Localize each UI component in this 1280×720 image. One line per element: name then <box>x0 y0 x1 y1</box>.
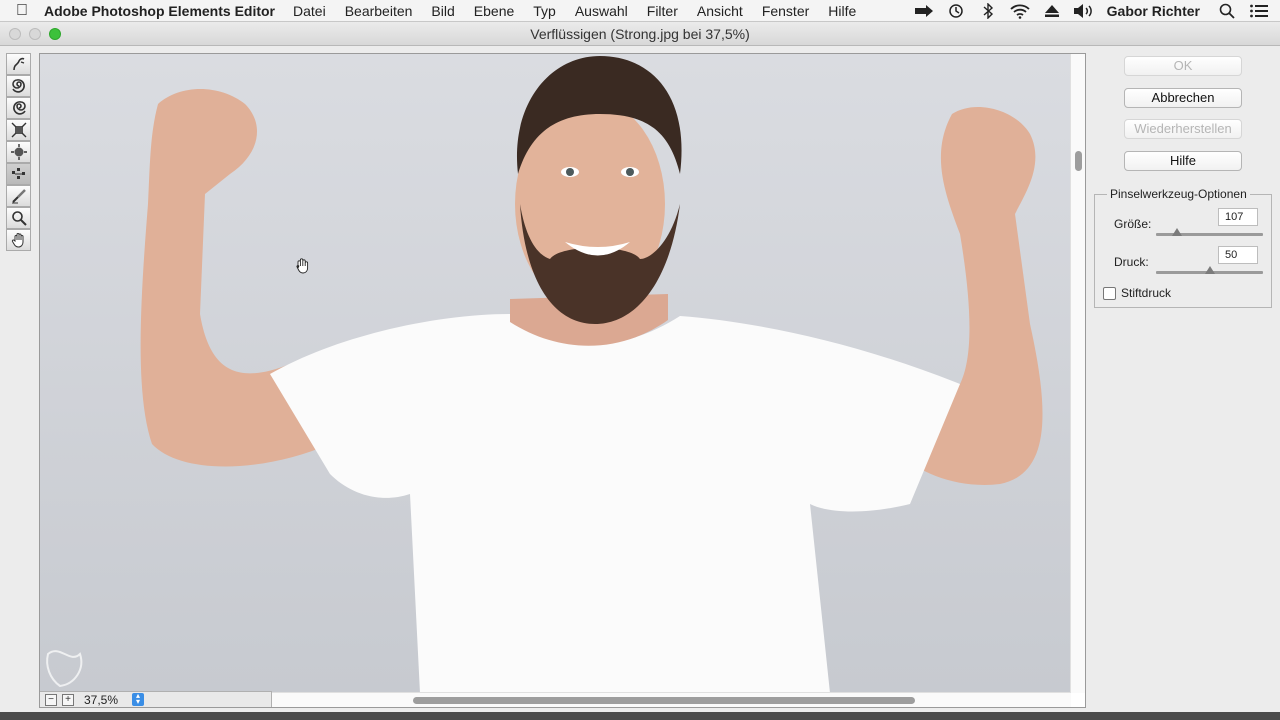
hand-tool-icon <box>11 233 23 248</box>
menu-ansicht[interactable]: Ansicht <box>697 3 743 19</box>
time-machine-icon[interactable] <box>945 3 967 19</box>
hand-tool[interactable] <box>6 229 31 251</box>
apple-icon[interactable]:  <box>0 2 44 20</box>
preview-image[interactable] <box>40 54 1071 693</box>
bloat-tool-icon <box>10 144 27 160</box>
pucker-tool-icon <box>11 122 26 138</box>
vertical-scrollbar[interactable] <box>1070 54 1085 693</box>
pressure-label: Druck: <box>1114 255 1149 269</box>
spotlight-search-icon[interactable] <box>1216 3 1238 19</box>
menu-auswahl[interactable]: Auswahl <box>575 3 628 19</box>
ok-button[interactable]: OK <box>1124 56 1242 76</box>
reconstruct-tool[interactable] <box>6 185 31 207</box>
zoom-bar: − + 37,5% ▴ ▾ <box>40 691 272 707</box>
menu-bild[interactable]: Bild <box>431 3 454 19</box>
menu-filter[interactable]: Filter <box>647 3 678 19</box>
volume-icon[interactable] <box>1073 3 1095 19</box>
window-title: Verflüssigen (Strong.jpg bei 37,5%) <box>530 26 750 42</box>
user-menu[interactable]: Gabor Richter <box>1107 3 1200 19</box>
pucker-tool[interactable] <box>6 119 31 141</box>
pressure-field[interactable]: 50 <box>1218 246 1258 264</box>
twirl-counterclockwise-tool[interactable] <box>6 97 31 119</box>
twirl-clockwise-tool[interactable] <box>6 75 31 97</box>
app-menu[interactable]: Adobe Photoshop Elements Editor <box>44 3 275 19</box>
menu-bearbeiten[interactable]: Bearbeiten <box>345 3 413 19</box>
size-label: Größe: <box>1114 217 1152 231</box>
size-slider-thumb[interactable] <box>1172 228 1183 236</box>
menu-fenster[interactable]: Fenster <box>762 3 809 19</box>
shift-pixels-tool[interactable] <box>6 163 31 185</box>
zoom-tool[interactable] <box>6 207 31 229</box>
help-button[interactable]: Hilfe <box>1124 151 1242 171</box>
zoom-stepper-icon[interactable]: ▴ ▾ <box>132 692 144 706</box>
menu-ebene[interactable]: Ebene <box>474 3 514 19</box>
menu-datei[interactable]: Datei <box>293 3 326 19</box>
cancel-button[interactable]: Abbrechen <box>1124 88 1242 108</box>
horizontal-scroll-thumb[interactable] <box>413 697 915 704</box>
stylus-pressure-label: Stiftdruck <box>1121 286 1172 300</box>
zoom-level-field[interactable]: 37,5% <box>84 693 132 707</box>
notification-center-icon[interactable] <box>1248 3 1270 19</box>
bluetooth-icon[interactable] <box>977 3 999 19</box>
photo-illustration <box>40 54 1071 693</box>
liquify-toolbar <box>6 53 33 251</box>
size-field[interactable]: 107 <box>1218 208 1258 226</box>
twirl-counterclockwise-tool-icon <box>12 101 26 115</box>
bloat-tool[interactable] <box>6 141 31 163</box>
menu-typ[interactable]: Typ <box>533 3 556 19</box>
pressure-slider-thumb[interactable] <box>1204 266 1215 274</box>
twirl-clockwise-tool-icon <box>11 79 25 93</box>
menu-bar:  Adobe Photoshop Elements Editor Datei … <box>0 0 1280 22</box>
restore-button[interactable]: Wiederherstellen <box>1124 119 1242 139</box>
forward-warp-tool[interactable] <box>6 53 31 75</box>
dock-strip <box>0 712 1280 720</box>
zoom-out-button[interactable]: − <box>45 693 57 706</box>
horizontal-scrollbar[interactable] <box>272 692 1071 707</box>
zoom-tool-icon <box>11 211 27 226</box>
reconstruct-tool-icon <box>11 189 26 204</box>
size-slider[interactable] <box>1156 228 1263 236</box>
window-title-bar: Verflüssigen (Strong.jpg bei 37,5%) <box>0 22 1280 46</box>
zoom-in-button[interactable]: + <box>62 693 74 706</box>
eject-icon[interactable] <box>1041 3 1063 19</box>
pressure-slider[interactable] <box>1156 266 1263 274</box>
shift-pixels-tool-icon <box>11 168 25 179</box>
wifi-icon[interactable] <box>1009 3 1031 19</box>
brush-options-title: Pinselwerkzeug-Optionen <box>1107 187 1250 201</box>
preview-canvas[interactable]: − + 37,5% ▴ ▾ <box>39 53 1086 708</box>
forward-warp-tool-icon <box>12 57 24 71</box>
arrow-icon[interactable] <box>913 3 935 19</box>
vertical-scroll-thumb[interactable] <box>1075 151 1082 171</box>
menu-hilfe[interactable]: Hilfe <box>828 3 856 19</box>
brush-options-group: Pinselwerkzeug-Optionen Größe: 107 Druck… <box>1094 187 1272 308</box>
stylus-pressure-checkbox[interactable] <box>1103 287 1116 300</box>
